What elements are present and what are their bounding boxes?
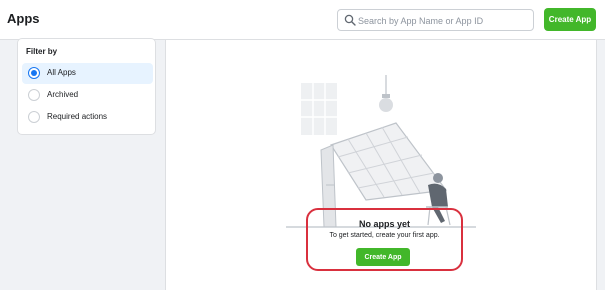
- top-bar: Apps Create App: [0, 0, 605, 40]
- radio-selected-icon[interactable]: [28, 67, 40, 79]
- filter-option-label: Archived: [47, 90, 79, 99]
- create-app-button[interactable]: Create App: [544, 8, 596, 31]
- empty-state-box: No apps yet To get started, create your …: [306, 208, 463, 271]
- lamp-icon: [379, 75, 393, 112]
- filter-option-label: All Apps: [47, 68, 76, 77]
- filter-option-required-actions[interactable]: Required actions: [22, 107, 153, 128]
- filter-option-all-apps[interactable]: All Apps: [22, 63, 153, 84]
- search-input[interactable]: [358, 12, 530, 29]
- search-box[interactable]: [337, 9, 534, 31]
- radio-unselected-icon[interactable]: [28, 89, 40, 101]
- window-icon: [301, 83, 337, 135]
- filter-panel: Filter by All Apps Archived Required act…: [17, 38, 156, 135]
- apps-content-panel: No apps yet To get started, create your …: [165, 40, 597, 290]
- create-first-app-button[interactable]: Create App: [356, 248, 410, 266]
- page-title: Apps: [7, 11, 40, 26]
- filter-option-label: Required actions: [47, 112, 108, 121]
- filter-title: Filter by: [26, 47, 58, 56]
- radio-unselected-icon[interactable]: [28, 111, 40, 123]
- search-icon: [344, 14, 356, 26]
- empty-state-subtitle: To get started, create your first app.: [329, 232, 440, 239]
- filter-option-archived[interactable]: Archived: [22, 85, 153, 106]
- empty-state-title: No apps yet: [358, 219, 410, 229]
